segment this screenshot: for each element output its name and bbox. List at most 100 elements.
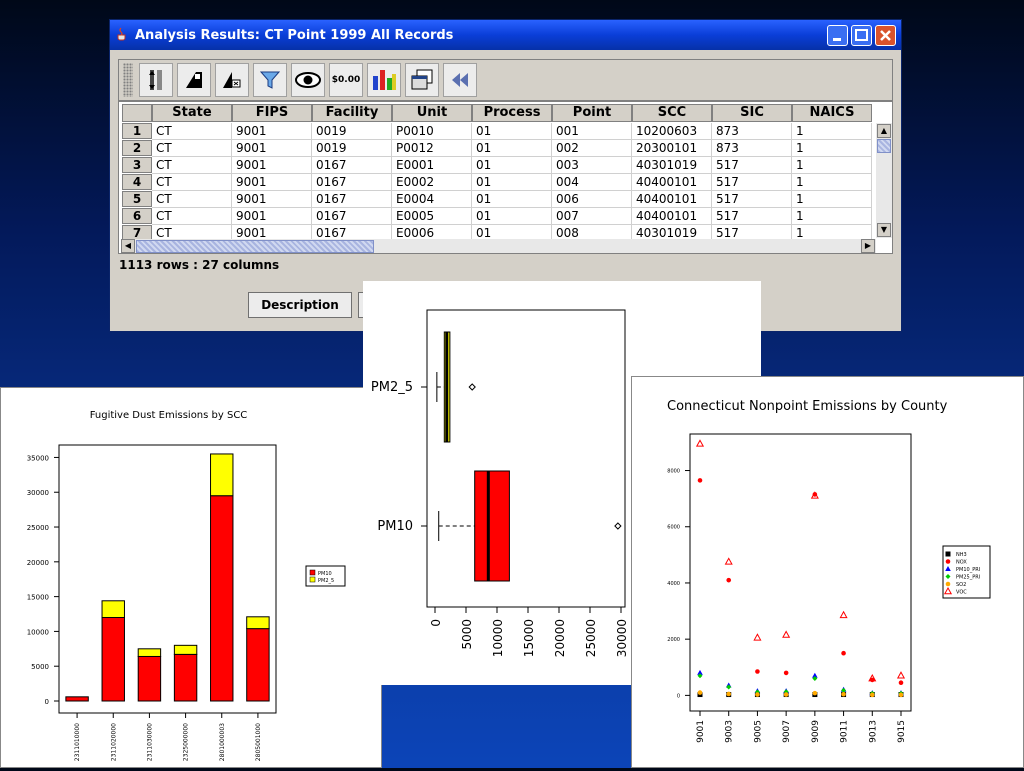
column-header[interactable]: Unit bbox=[392, 104, 472, 122]
format-button[interactable] bbox=[177, 63, 211, 97]
table-cell[interactable]: 0167 bbox=[312, 174, 392, 191]
marker-nox bbox=[697, 478, 703, 483]
x-tick-label: 30000 bbox=[615, 619, 629, 657]
table-cell[interactable]: E0002 bbox=[392, 174, 472, 191]
table-cell[interactable]: P0010 bbox=[392, 123, 472, 140]
sort-button[interactable] bbox=[139, 63, 173, 97]
column-header[interactable]: Point bbox=[552, 104, 632, 122]
row-number[interactable]: 5 bbox=[122, 191, 152, 207]
table-cell[interactable]: 10200603 bbox=[632, 123, 712, 140]
scroll-right-button[interactable]: ▶ bbox=[861, 239, 875, 253]
table-cell[interactable]: 0167 bbox=[312, 208, 392, 225]
table-cell[interactable]: 9001 bbox=[232, 157, 312, 174]
row-number[interactable]: 6 bbox=[122, 208, 152, 224]
table-cell[interactable]: 517 bbox=[712, 157, 792, 174]
toolbar-grip[interactable] bbox=[123, 63, 133, 97]
table-cell[interactable]: 01 bbox=[472, 140, 552, 157]
table-cell[interactable]: 873 bbox=[712, 140, 792, 157]
table-cell[interactable]: 1 bbox=[792, 123, 872, 140]
x-tick-label: 0 bbox=[429, 619, 443, 627]
cost-button[interactable]: $0.00 bbox=[329, 63, 363, 97]
table-cell[interactable]: 0167 bbox=[312, 157, 392, 174]
column-header[interactable]: Facility bbox=[312, 104, 392, 122]
table-cell[interactable]: CT bbox=[152, 174, 232, 191]
row-number[interactable]: 1 bbox=[122, 123, 152, 139]
table-cell[interactable]: CT bbox=[152, 140, 232, 157]
legend-label: PM2_5 bbox=[318, 578, 334, 584]
table-cell[interactable]: 0019 bbox=[312, 123, 392, 140]
chart-button[interactable] bbox=[367, 63, 401, 97]
filter-button[interactable] bbox=[253, 63, 287, 97]
table-cell[interactable]: 003 bbox=[552, 157, 632, 174]
column-header[interactable]: SCC bbox=[632, 104, 712, 122]
scroll-left-button[interactable]: ◀ bbox=[121, 239, 135, 253]
vertical-scrollbar[interactable]: ▲ ▼ bbox=[876, 123, 892, 238]
row-number[interactable]: 3 bbox=[122, 157, 152, 173]
table-cell[interactable]: 01 bbox=[472, 174, 552, 191]
table-cell[interactable]: 1 bbox=[792, 140, 872, 157]
table-cell[interactable]: E0004 bbox=[392, 191, 472, 208]
column-header[interactable]: SIC bbox=[712, 104, 792, 122]
table-cell[interactable]: 9001 bbox=[232, 140, 312, 157]
table-cell[interactable]: 9001 bbox=[232, 208, 312, 225]
table-cell[interactable]: 9001 bbox=[232, 123, 312, 140]
table-cell[interactable]: 0167 bbox=[312, 191, 392, 208]
table-cell[interactable]: 1 bbox=[792, 174, 872, 191]
horizontal-scroll-thumb[interactable] bbox=[136, 240, 374, 253]
table-cell[interactable]: 004 bbox=[552, 174, 632, 191]
scroll-up-button[interactable]: ▲ bbox=[877, 124, 891, 138]
column-header[interactable]: Process bbox=[472, 104, 552, 122]
table-cell[interactable]: CT bbox=[152, 123, 232, 140]
minimize-button[interactable] bbox=[827, 25, 848, 46]
horizontal-scrollbar[interactable]: ◀ ▶ bbox=[121, 239, 876, 253]
table-cell[interactable]: 002 bbox=[552, 140, 632, 157]
table-cell[interactable]: 517 bbox=[712, 191, 792, 208]
table-cell[interactable]: 40301019 bbox=[632, 157, 712, 174]
table-cell[interactable]: 517 bbox=[712, 174, 792, 191]
filter-rows-button[interactable] bbox=[215, 63, 249, 97]
marker-nox bbox=[783, 670, 789, 676]
table-cell[interactable]: 0019 bbox=[312, 140, 392, 157]
view-button[interactable] bbox=[291, 63, 325, 97]
row-number[interactable]: 2 bbox=[122, 140, 152, 156]
table-cell[interactable]: 01 bbox=[472, 157, 552, 174]
table-cell[interactable]: 1 bbox=[792, 191, 872, 208]
row-number[interactable]: 4 bbox=[122, 174, 152, 190]
rewind-button[interactable] bbox=[443, 63, 477, 97]
table-cell[interactable]: 1 bbox=[792, 157, 872, 174]
table-cell[interactable]: 01 bbox=[472, 123, 552, 140]
scroll-down-button[interactable]: ▼ bbox=[877, 223, 891, 237]
window-titlebar[interactable]: Analysis Results: CT Point 1999 All Reco… bbox=[110, 20, 901, 50]
table-cell[interactable]: 01 bbox=[472, 208, 552, 225]
table-cell[interactable]: 007 bbox=[552, 208, 632, 225]
table-cell[interactable]: CT bbox=[152, 157, 232, 174]
column-header[interactable]: State bbox=[152, 104, 232, 122]
table-cell[interactable]: 1 bbox=[792, 208, 872, 225]
table-cell[interactable]: 01 bbox=[472, 191, 552, 208]
table-cell[interactable]: 517 bbox=[712, 208, 792, 225]
table-cell[interactable]: 001 bbox=[552, 123, 632, 140]
table-cell[interactable]: 20300101 bbox=[632, 140, 712, 157]
column-header[interactable]: FIPS bbox=[232, 104, 312, 122]
table-cell[interactable]: CT bbox=[152, 191, 232, 208]
table-cell[interactable]: 9001 bbox=[232, 174, 312, 191]
table-cell[interactable]: 873 bbox=[712, 123, 792, 140]
table-cell[interactable]: E0005 bbox=[392, 208, 472, 225]
close-button[interactable] bbox=[875, 25, 896, 46]
money-icon: $0.00 bbox=[331, 75, 361, 85]
maximize-button[interactable] bbox=[851, 25, 872, 46]
table-cell[interactable]: E0001 bbox=[392, 157, 472, 174]
legend-label: NOX bbox=[956, 560, 967, 566]
table-cell[interactable]: 40400101 bbox=[632, 174, 712, 191]
table-cell[interactable]: 40400101 bbox=[632, 191, 712, 208]
vertical-scroll-thumb[interactable] bbox=[877, 139, 891, 153]
table-cell[interactable]: P0012 bbox=[392, 140, 472, 157]
table-cell[interactable]: CT bbox=[152, 208, 232, 225]
outlier-point bbox=[468, 383, 476, 391]
table-cell[interactable]: 006 bbox=[552, 191, 632, 208]
copy-window-button[interactable] bbox=[405, 63, 439, 97]
table-cell[interactable]: 40400101 bbox=[632, 208, 712, 225]
table-cell[interactable]: 9001 bbox=[232, 191, 312, 208]
column-header[interactable]: NAICS bbox=[792, 104, 872, 122]
description-button[interactable]: Description bbox=[248, 292, 352, 318]
